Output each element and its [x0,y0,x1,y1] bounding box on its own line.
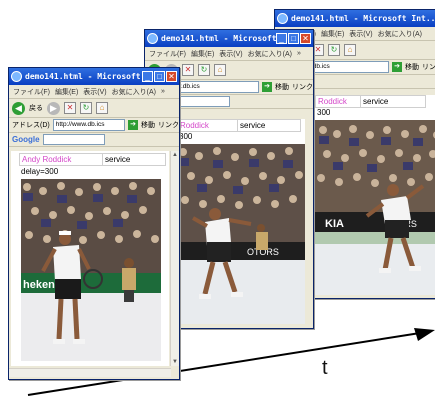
player-name-cell: Roddick [315,95,361,108]
home-icon[interactable]: ⌂ [96,102,108,114]
refresh-icon[interactable]: ↻ [198,64,210,76]
minimize-icon[interactable]: _ [276,33,287,44]
google-search-input[interactable] [42,134,105,145]
stop-icon[interactable]: ✕ [64,102,76,114]
time-axis-label: t [322,357,328,379]
page-content: Roddick service 300 OTORS [177,119,305,324]
player-name-cell: Andy Roddick [19,153,103,166]
menu-edit[interactable]: 編集(E) [191,49,214,59]
menu-favorites[interactable]: お気に入り(A) [248,49,292,59]
go-arrow-icon[interactable]: ➔ [128,120,138,130]
svg-text:KIA: KIA [325,218,344,230]
address-input[interactable]: http://www.db.ics [52,119,125,131]
player-name-cell: Roddick [177,119,238,132]
window-title: demo141.html - Microsoft Int... [25,72,142,81]
menu-view[interactable]: 表示(V) [349,29,372,39]
scroll-down-icon[interactable]: ▼ [171,358,179,366]
menu-view[interactable]: 表示(V) [83,87,106,97]
menu-more-icon[interactable]: » [161,88,165,95]
horizontal-scrollbar[interactable] [9,368,171,377]
ie-icon [147,33,158,44]
menu-more-icon[interactable]: » [297,50,301,57]
info-table: Roddick service [177,119,301,132]
menu-view[interactable]: 表示(V) [219,49,242,59]
status-cell: service [360,95,426,108]
go-button[interactable]: 移動 [141,120,155,130]
page-content: Roddick service 300 KIA OTORS [315,95,435,295]
window-controls: _ □ ✕ [142,71,177,82]
tennis-photo: heken [21,179,161,361]
close-icon[interactable]: ✕ [300,33,311,44]
info-table: Andy Roddick service [19,153,166,166]
menu-favorites[interactable]: お気に入り(A) [378,29,422,39]
forward-arrow-icon[interactable]: ▶ [47,101,60,115]
title-bar[interactable]: demo141.html - Microsoft Int... _ □ ✕ [145,30,313,47]
go-arrow-icon[interactable]: ➔ [262,82,272,92]
address-bar: アドレス(D) http://www.db.ics ➔ 移動 リンク [9,118,179,133]
delay-text: 300 [317,108,331,117]
back-arrow-icon[interactable]: ◀ [12,101,25,115]
ie-icon [11,71,22,82]
links-button[interactable]: リンク [158,120,179,130]
go-button[interactable]: 移動 [275,82,289,92]
menu-favorites[interactable]: お気に入り(A) [112,87,156,97]
links-button[interactable]: リンク [292,82,313,92]
stop-icon[interactable]: ✕ [182,64,194,76]
close-icon[interactable]: ✕ [166,71,177,82]
menu-file[interactable]: ファイル(F) [149,49,186,59]
menu-bar: ファイル(F) 編集(E) 表示(V) お気に入り(A) » [9,85,179,99]
svg-text:heken: heken [23,279,55,291]
menu-bar: ファイル(F) 編集(E) 表示(V) お気に入り(A) » [145,47,313,61]
tennis-photo: OTORS [177,144,305,324]
go-button[interactable]: 移動 [405,62,419,72]
home-icon[interactable]: ⌂ [344,44,356,56]
ie-icon [277,13,288,24]
vertical-scrollbar[interactable]: ▲ ▼ [170,151,179,366]
google-toolbar: Google [9,133,179,147]
title-bar[interactable]: demo141.html - Microsoft Int... [275,10,435,27]
minimize-icon[interactable]: _ [142,71,153,82]
window-title: demo141.html - Microsoft Int... [161,34,276,43]
google-logo[interactable]: Google [12,135,40,144]
status-cell: service [102,153,166,166]
menu-file[interactable]: ファイル(F) [13,87,50,97]
maximize-icon[interactable]: □ [288,33,299,44]
browser-window-frame-1: demo141.html - Microsoft Int... _ □ ✕ ファ… [8,67,180,380]
go-arrow-icon[interactable]: ➔ [392,62,402,72]
delay-text: 300 [179,132,193,141]
menu-edit[interactable]: 編集(E) [55,87,78,97]
refresh-icon[interactable]: ↻ [328,44,340,56]
address-label: アドレス(D) [12,122,50,129]
status-cell: service [237,119,301,132]
refresh-icon[interactable]: ↻ [80,102,92,114]
tennis-photo: KIA OTORS [315,120,435,295]
window-controls: _ □ ✕ [276,33,311,44]
links-button[interactable]: リンク [422,62,435,72]
page-content: Andy Roddick service delay=300 heken [11,151,169,366]
delay-text: delay=300 [21,167,59,176]
window-title: demo141.html - Microsoft Int... [291,14,435,23]
scroll-up-icon[interactable]: ▲ [171,151,179,159]
home-icon[interactable]: ⌂ [214,64,226,76]
menu-edit[interactable]: 編集(E) [321,29,344,39]
toolbar: ◀ 戻る ▶ ✕ ↻ ⌂ [9,99,179,118]
maximize-icon[interactable]: □ [154,71,165,82]
info-table: Roddick service [315,95,426,108]
title-bar[interactable]: demo141.html - Microsoft Int... _ □ ✕ [9,68,179,85]
back-button[interactable]: 戻る [29,103,43,113]
